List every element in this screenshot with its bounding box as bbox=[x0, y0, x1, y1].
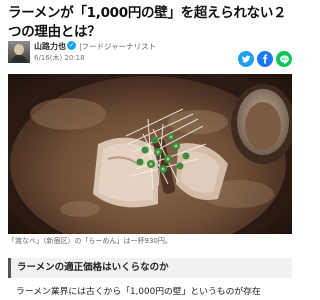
photo-caption: 「渡なべ」（新宿区）の「らーめん」は一杯930円。 bbox=[8, 237, 172, 245]
share-line-button[interactable] bbox=[276, 51, 292, 67]
ramen-bowl-image bbox=[8, 74, 292, 234]
article-photo[interactable] bbox=[8, 74, 292, 234]
share-twitter-button[interactable] bbox=[238, 51, 254, 67]
line-chat-icon bbox=[279, 54, 289, 64]
twitter-bird-icon bbox=[241, 55, 251, 63]
author-role-text: フードジャーナリスト bbox=[81, 42, 157, 51]
publish-date: 6/16(木) 20:18 bbox=[34, 54, 85, 62]
facebook-f-icon bbox=[262, 54, 268, 64]
author-name[interactable]: 山路力也 bbox=[34, 41, 66, 52]
author-avatar[interactable] bbox=[8, 41, 30, 63]
share-facebook-button[interactable] bbox=[257, 51, 273, 67]
section-heading: ラーメンの適正価格はいくらなのか bbox=[8, 258, 292, 278]
verified-check-icon: ✓ bbox=[67, 41, 76, 50]
article-title: ラーメンが「1,000円の壁」を超えられない２つの理由とは？ bbox=[8, 5, 287, 40]
author-role: |フードジャーナリスト bbox=[79, 42, 157, 51]
article-body-text: ラーメン業界には古くから「1,000円の壁」というものが存在 bbox=[16, 287, 261, 297]
